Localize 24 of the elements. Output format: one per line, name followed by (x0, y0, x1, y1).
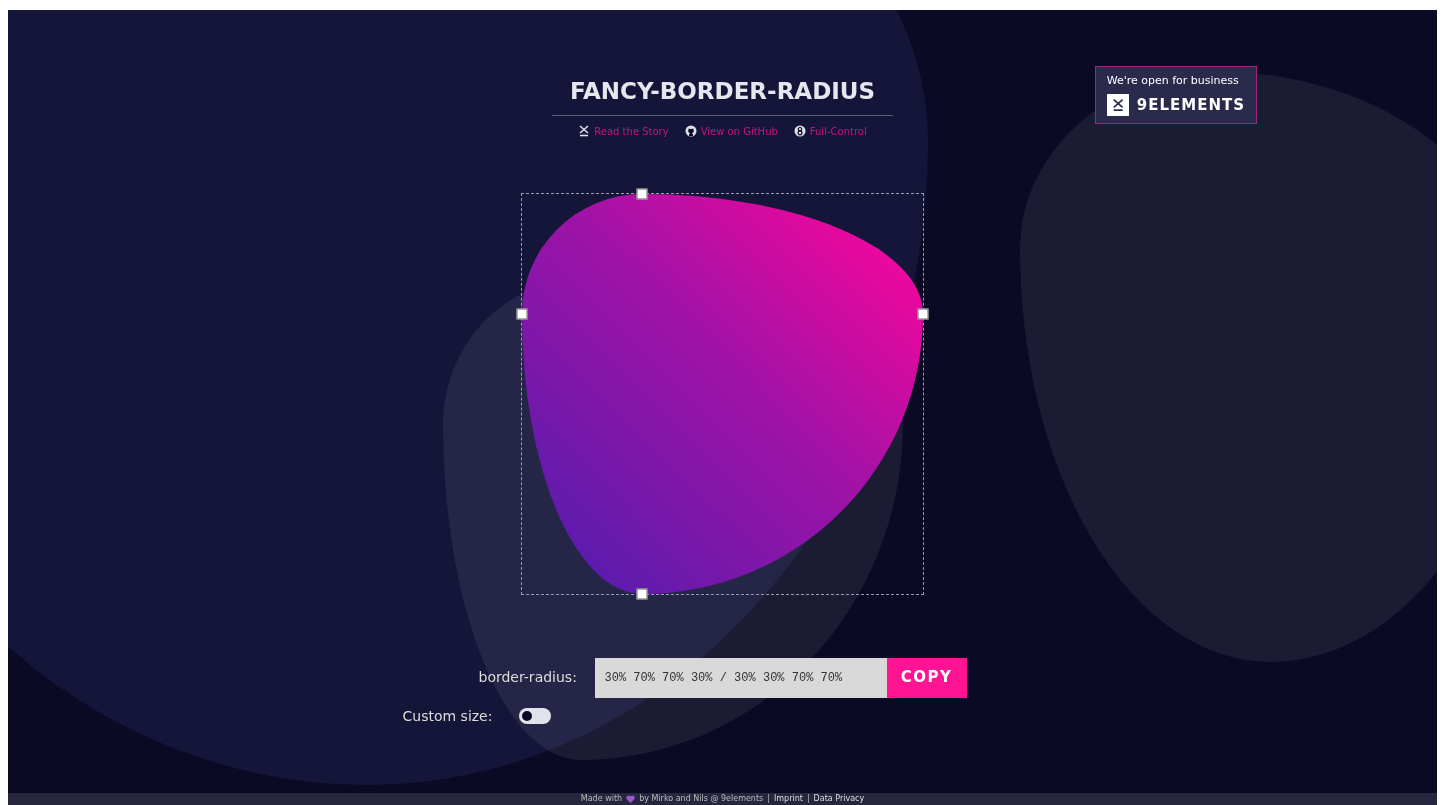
footer-link[interactable]: Data Privacy (813, 795, 865, 803)
drag-handle[interactable] (917, 308, 929, 319)
heart-icon (626, 795, 636, 803)
business-badge[interactable]: We're open for business 9ELEMENTS (1094, 66, 1257, 124)
css-value-field[interactable]: 30% 70% 70% 30% / 30% 30% 70% 70% (594, 657, 887, 698)
field-label: Custom size: (402, 706, 494, 726)
footer-text: Made with (580, 795, 623, 803)
x-mark-icon (578, 125, 591, 137)
github-icon (684, 125, 697, 137)
separator: | (767, 795, 770, 803)
drag-handle[interactable] (636, 588, 648, 599)
toggle-switch[interactable] (518, 708, 551, 724)
eight-icon (793, 125, 806, 137)
drag-handle[interactable] (636, 188, 648, 199)
badge-tagline: We're open for business (1106, 73, 1240, 89)
field-label: border-radius: (478, 668, 578, 687)
brand-name: 9ELEMENTS (1136, 94, 1245, 116)
footer-text: by Mirko and Nils @ 9elements (639, 795, 764, 803)
copy-button[interactable]: COPY (886, 657, 967, 698)
x-logo-icon (1106, 93, 1129, 116)
drag-handle[interactable] (516, 308, 528, 319)
page-title: FANCY-BORDER-RADIUS (551, 74, 894, 116)
separator: | (806, 795, 810, 803)
footer-link[interactable]: Imprint (773, 795, 803, 803)
